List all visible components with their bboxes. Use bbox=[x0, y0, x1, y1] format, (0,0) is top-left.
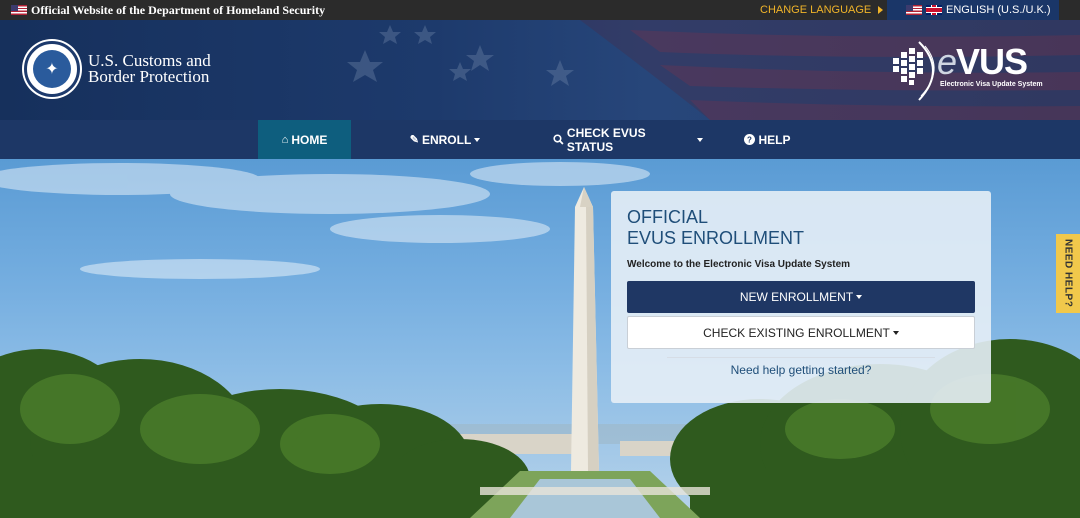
nav-home[interactable]: ⌂ HOME bbox=[258, 120, 351, 159]
question-icon: ? bbox=[744, 134, 756, 145]
us-flag-icon bbox=[906, 5, 922, 15]
agency-name: U.S. Customs and Border Protection bbox=[88, 52, 211, 86]
panel-title-line2: EVUS ENROLLMENT bbox=[627, 228, 805, 248]
panel-title-line1: OFFICIAL bbox=[627, 207, 709, 227]
nav-check-evus-status[interactable]: CHECK EVUS STATUS bbox=[553, 120, 703, 159]
divider bbox=[667, 357, 935, 358]
evus-logo-text[interactable]: eVUS bbox=[937, 41, 1028, 82]
welcome-text: Welcome to the Electronic Visa Update Sy… bbox=[627, 259, 851, 270]
home-icon: ⌂ bbox=[281, 133, 289, 146]
official-site-text: Official Website of the Department of Ho… bbox=[31, 2, 326, 17]
caret-down-icon bbox=[697, 137, 703, 142]
official-site-banner: Official Website of the Department of Ho… bbox=[11, 0, 325, 20]
caret-right-icon bbox=[878, 6, 884, 14]
top-bar: Official Website of the Department of Ho… bbox=[0, 0, 1080, 20]
agency-name-line2: Border Protection bbox=[88, 67, 210, 86]
nav-enroll-label: ENROLL bbox=[421, 132, 472, 147]
check-existing-enrollment-button[interactable]: CHECK EXISTING ENROLLMENT bbox=[627, 316, 975, 349]
evus-logo-subtitle: Electronic Visa Update System bbox=[940, 81, 1043, 88]
nav-check-status-label: CHECK EVUS STATUS bbox=[566, 125, 646, 154]
new-enrollment-button[interactable]: NEW ENROLLMENT bbox=[627, 281, 975, 313]
svg-text:?: ? bbox=[748, 136, 753, 145]
nav-enroll[interactable]: ✎ ENROLL bbox=[400, 120, 490, 159]
need-help-getting-started-link[interactable]: Need help getting started? bbox=[611, 363, 991, 377]
eagle-icon: ✦ bbox=[33, 50, 71, 88]
caret-down-icon bbox=[892, 330, 899, 335]
dhs-seal-logo[interactable]: ✦ bbox=[24, 41, 80, 97]
uk-flag-icon bbox=[926, 5, 942, 15]
language-label: ENGLISH (U.S./U.K.) bbox=[946, 4, 1051, 16]
nav-help-label: HELP bbox=[758, 132, 791, 147]
evus-logo-vus: VUS bbox=[956, 41, 1028, 82]
nav-help[interactable]: ? HELP bbox=[740, 120, 795, 159]
caret-down-icon bbox=[856, 295, 863, 299]
enrollment-panel: OFFICIAL EVUS ENROLLMENT Welcome to the … bbox=[611, 191, 991, 403]
check-existing-label: CHECK EXISTING ENROLLMENT bbox=[703, 325, 890, 340]
language-selector[interactable]: ENGLISH (U.S./U.K.) bbox=[887, 0, 1059, 20]
change-language-link[interactable]: CHANGE LANGUAGE bbox=[760, 0, 884, 20]
caret-down-icon bbox=[474, 137, 481, 142]
us-flag-icon bbox=[11, 5, 27, 15]
search-icon bbox=[553, 134, 564, 145]
panel-title: OFFICIAL EVUS ENROLLMENT bbox=[627, 207, 804, 249]
change-language-label: CHANGE LANGUAGE bbox=[760, 4, 872, 16]
main-navigation: ⌂ HOME ✎ ENROLL CHECK EVUS STATUS ? HELP bbox=[0, 120, 1080, 159]
site-header: ✦ U.S. Customs and Border Protection eVU… bbox=[0, 20, 1080, 120]
pencil-icon: ✎ bbox=[409, 134, 419, 146]
evus-logo-e: e bbox=[937, 41, 957, 82]
nav-home-label: HOME bbox=[291, 132, 328, 147]
need-help-tab[interactable]: NEED HELP? bbox=[1056, 234, 1080, 313]
new-enrollment-label: NEW ENROLLMENT bbox=[739, 290, 854, 304]
need-help-label: NEED HELP? bbox=[1062, 239, 1074, 308]
